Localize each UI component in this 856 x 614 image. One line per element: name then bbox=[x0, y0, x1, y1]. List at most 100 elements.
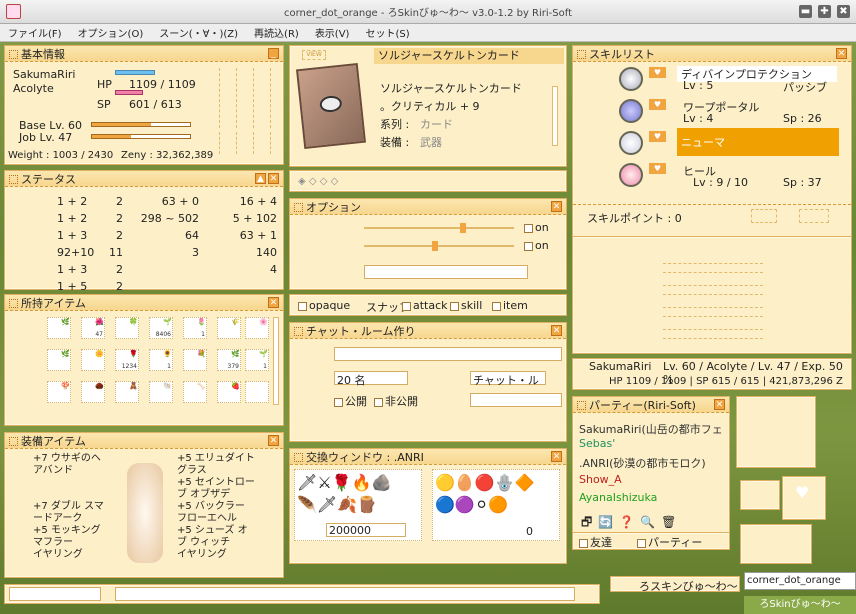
trade-header[interactable]: 交換ウィンドウ : .ANRI ✕ bbox=[290, 449, 566, 465]
chat-password-input[interactable] bbox=[470, 393, 562, 407]
use-button[interactable] bbox=[751, 209, 777, 223]
minimize-icon[interactable]: _ bbox=[268, 48, 279, 59]
equip-head-top[interactable]: +7 ウサギのヘ bbox=[33, 453, 104, 465]
view-button[interactable]: VIEW bbox=[302, 50, 326, 60]
chat-title-input[interactable] bbox=[334, 347, 562, 361]
return-to-game-button[interactable] bbox=[663, 329, 763, 339]
public-radio[interactable]: 公開 bbox=[334, 393, 367, 409]
status-shortcut[interactable] bbox=[219, 68, 237, 128]
close-icon[interactable]: ✕ bbox=[268, 297, 279, 308]
skill-row[interactable]: ♥ ディバインプロテクション Lv : 5 パッシブ bbox=[573, 64, 841, 94]
equip-accessory-right[interactable]: イヤリング bbox=[177, 549, 255, 561]
basic-info-header[interactable]: 基本情報 _ bbox=[5, 46, 283, 62]
item-slot[interactable]: 💐 bbox=[183, 349, 207, 371]
party-member[interactable]: AyanaIshizuka bbox=[579, 491, 657, 504]
equip-weapon[interactable]: +7 ダブル スマ bbox=[33, 501, 104, 513]
maximize-icon[interactable]: ✚ bbox=[818, 5, 831, 18]
menu-reload[interactable]: 再読込(R) bbox=[246, 25, 307, 40]
close-icon[interactable]: ✕ bbox=[551, 325, 562, 336]
item-slot[interactable]: 🌸 bbox=[245, 317, 269, 339]
attack-checkbox[interactable]: attack bbox=[402, 299, 448, 312]
private-radio[interactable]: 非公開 bbox=[374, 393, 418, 409]
chat-type-select[interactable]: チャット・ルー bbox=[470, 371, 546, 403]
bgm-toggle[interactable]: on bbox=[524, 221, 549, 234]
heart-icon[interactable]: ♥ bbox=[649, 131, 666, 142]
character-select-button[interactable] bbox=[663, 285, 763, 295]
item-slot[interactable]: 🌷 1 bbox=[183, 317, 207, 339]
party-member[interactable]: Sebas' bbox=[579, 437, 615, 450]
item-slot[interactable]: 🌿 379 bbox=[217, 349, 241, 371]
tab-friends[interactable]: 友達 bbox=[579, 534, 612, 550]
close-icon[interactable]: ✕ bbox=[714, 399, 725, 410]
close-icon[interactable]: ✕ bbox=[551, 451, 562, 462]
heart-icon[interactable]: ♥ bbox=[649, 163, 666, 174]
chat-whisper-input[interactable] bbox=[9, 587, 101, 601]
item-slot[interactable]: 🧸 bbox=[115, 381, 139, 403]
effect-slider[interactable] bbox=[364, 245, 514, 247]
equip-armor[interactable]: +5 セイントロー bbox=[177, 477, 255, 489]
item-slot[interactable]: 🌿 bbox=[47, 317, 71, 339]
close-icon[interactable]: ✕ bbox=[268, 435, 279, 446]
equip-shield[interactable]: +5 バックラー bbox=[177, 501, 255, 513]
item-slot[interactable]: 🍄 bbox=[47, 381, 71, 403]
chatroom-header[interactable]: チャット・ルーム作り ✕ bbox=[290, 323, 566, 339]
my-trade-zeny[interactable]: 200000 bbox=[326, 523, 406, 537]
chat-message-input[interactable] bbox=[115, 587, 575, 601]
bgm-handle[interactable] bbox=[460, 223, 466, 233]
equip-garment[interactable]: +5 モッキング bbox=[33, 525, 104, 537]
option-header[interactable]: オプション ✕ bbox=[290, 199, 566, 215]
skin-select[interactable]: corner_dot_orange bbox=[744, 572, 856, 590]
item-slot[interactable]: 🦴 bbox=[183, 381, 207, 403]
return-to-save-button[interactable] bbox=[663, 263, 763, 273]
skill-header[interactable]: スキルリスト ✕ bbox=[573, 46, 851, 62]
item-slot[interactable]: 🌱 8406 bbox=[149, 317, 173, 339]
item-slot[interactable]: 🌺 47 bbox=[81, 317, 105, 339]
party-member[interactable]: SakumaRiri(山岳の都市フェ bbox=[579, 421, 723, 437]
party-shortcut[interactable] bbox=[253, 132, 271, 154]
skill-row-selected[interactable]: ♥ ニューマ bbox=[573, 128, 841, 158]
effect-toggle[interactable]: on bbox=[524, 239, 549, 252]
heart-icon[interactable]: ♥ bbox=[649, 99, 666, 110]
close-icon[interactable]: ✕ bbox=[836, 48, 847, 59]
equip-shoes[interactable]: +5 シューズ オ bbox=[177, 525, 255, 537]
heart-icon[interactable]: ♥ bbox=[795, 483, 809, 502]
card-slots[interactable]: ◈ ◇ ◇ ◇ bbox=[298, 176, 338, 187]
opaque-checkbox[interactable]: opaque bbox=[298, 299, 350, 312]
item-slot[interactable]: 🌰 bbox=[81, 381, 105, 403]
party-header[interactable]: パーティー(Riri-Soft) ✕ bbox=[573, 397, 729, 413]
tab-party[interactable]: パーティー bbox=[637, 534, 702, 550]
menu-option[interactable]: オプション(O) bbox=[70, 25, 152, 40]
exit-windows-button[interactable] bbox=[663, 307, 763, 317]
equip-accessory-left[interactable]: イヤリング bbox=[33, 549, 104, 561]
party-member[interactable]: .ANRI(砂漠の都市モロク) bbox=[579, 455, 706, 471]
equip-head-mid[interactable]: +5 エリュダイト bbox=[177, 453, 255, 465]
menu-soon[interactable]: スーン(・∀・)(Z) bbox=[151, 25, 246, 40]
skin-select[interactable] bbox=[364, 265, 528, 279]
skill-row[interactable]: ♥ ヒール Lv : 9 / 10 Sp : 37 bbox=[573, 160, 841, 190]
option-shortcut[interactable] bbox=[219, 132, 237, 154]
item-slot[interactable]: 🌿 bbox=[47, 349, 71, 371]
effect-handle[interactable] bbox=[432, 241, 438, 251]
heart-icon[interactable]: ♥ bbox=[649, 67, 666, 78]
close-button[interactable] bbox=[799, 209, 829, 223]
item-slot[interactable]: 🍓 bbox=[217, 381, 241, 403]
up-icon[interactable]: ▲ bbox=[255, 173, 266, 184]
close-icon[interactable]: ✖ bbox=[837, 5, 850, 18]
close-icon[interactable]: ✕ bbox=[268, 173, 279, 184]
bgm-slider[interactable] bbox=[364, 227, 514, 229]
inventory-scrollbar[interactable] bbox=[273, 317, 279, 405]
close-icon[interactable]: ✕ bbox=[551, 201, 562, 212]
party-member[interactable]: Show_A bbox=[579, 473, 622, 486]
chat-capacity[interactable]: 20 名 bbox=[334, 371, 408, 387]
skill-checkbox[interactable]: skill bbox=[450, 299, 482, 312]
menu-file[interactable]: ファイル(F) bbox=[0, 25, 70, 40]
item-slot[interactable]: 🐚 bbox=[149, 381, 173, 403]
menu-set[interactable]: セット(S) bbox=[357, 25, 417, 40]
item-slot[interactable]: 🌼 bbox=[81, 349, 105, 371]
item-slot[interactable] bbox=[245, 381, 269, 403]
card-scrollbar[interactable] bbox=[552, 86, 558, 146]
party-toolbar[interactable]: 🗗🔄❓🔍🗑 bbox=[581, 513, 682, 534]
status-header[interactable]: ステータス ▲ ✕ bbox=[5, 171, 283, 187]
equip-shortcut[interactable] bbox=[253, 68, 271, 128]
item-slot[interactable]: 🌱 1 bbox=[245, 349, 269, 371]
